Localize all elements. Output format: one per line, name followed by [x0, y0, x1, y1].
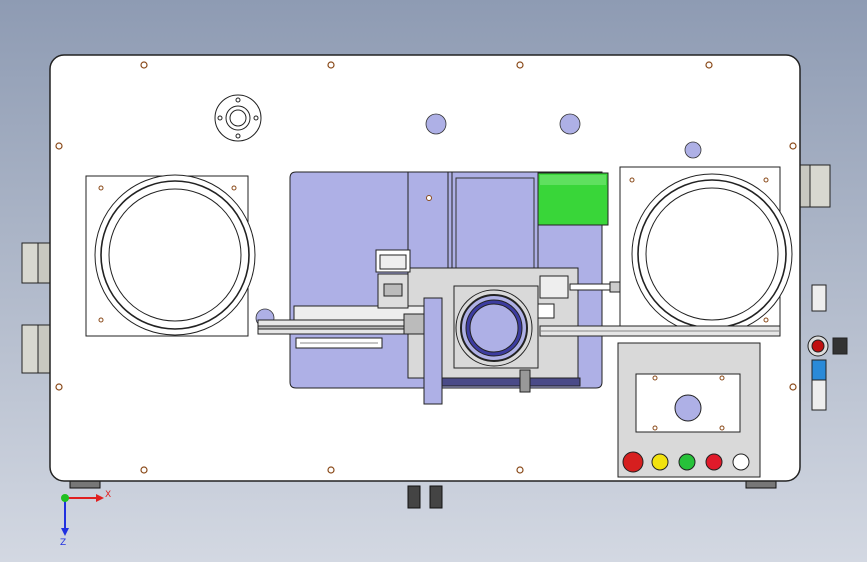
green-indicator-button[interactable]	[678, 453, 696, 471]
white-indicator-button[interactable]	[732, 453, 750, 471]
x-axis-label: X	[105, 490, 111, 500]
vertical-post[interactable]	[423, 297, 443, 405]
yellow-indicator-button[interactable]	[651, 453, 669, 471]
emergency-stop-button[interactable]	[622, 451, 644, 473]
z-axis-label: Z	[60, 538, 66, 548]
red-indicator-button[interactable]	[705, 453, 723, 471]
green-sensor-block[interactable]	[537, 172, 609, 226]
cad-viewport[interactable]: X Z	[0, 0, 867, 562]
top-flange[interactable]	[214, 94, 262, 142]
right-feeder-bowl[interactable]	[619, 166, 793, 335]
left-feeder-bowl[interactable]	[85, 174, 256, 337]
right-connector	[799, 164, 831, 208]
